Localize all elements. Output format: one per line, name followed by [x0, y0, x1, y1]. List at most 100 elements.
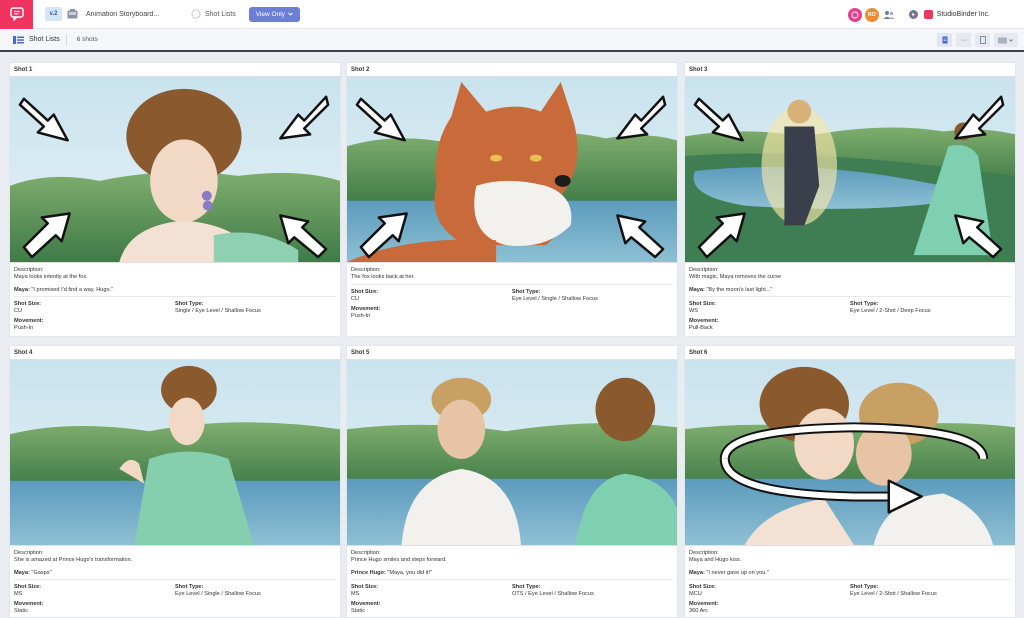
shot-title: Shot 2 [351, 66, 370, 73]
chevron-down-icon [288, 12, 293, 16]
shot-type-label: Shot Type: [512, 289, 541, 295]
dialogue: Maya: "I promised I'd find a way, Hugo." [14, 287, 336, 297]
studiobinder-logo[interactable] [0, 0, 33, 29]
description-label: Description: [351, 550, 381, 556]
list-icon [13, 35, 24, 44]
shot-card-5[interactable]: Shot 5 Description: Prince Hugo smiles a… [346, 345, 678, 618]
shot-type: OTS / Eye Level / Shallow Focus [512, 591, 594, 597]
movement-label: Movement: [14, 601, 44, 607]
shot-lists-nav[interactable]: Shot Lists [191, 9, 236, 19]
storyboard-image [10, 360, 340, 545]
collaborators-icon[interactable] [882, 8, 896, 22]
shot-size-label: Shot Size: [351, 584, 379, 590]
shot-size: MCU [689, 591, 702, 597]
speaker: Maya: [14, 287, 30, 293]
shot-size-label: Shot Size: [689, 301, 717, 307]
shot-type: Eye Level / Single / Shallow Focus [512, 296, 598, 302]
shot-type: Eye Level / 2-Shot / Shallow Focus [850, 591, 937, 597]
shot-card-3[interactable]: Shot 3 Description: With magic, Maya rem… [684, 62, 1016, 337]
shot-type-label: Shot Type: [175, 584, 204, 590]
version-badge[interactable]: v.2 [45, 7, 62, 21]
movement: Pull-Back [689, 325, 713, 331]
chat-logo-icon [9, 7, 24, 21]
grid-layout-icon [998, 37, 1013, 43]
dialogue-line: "I promised I'd find a way, Hugo." [29, 287, 114, 293]
shot-card-6[interactable]: Shot 6 Description: Maya and Hugo kiss. … [684, 345, 1016, 618]
shot-description: Prince Hugo smiles and steps forward. [351, 557, 447, 563]
company-name[interactable]: StudioBinder Inc. [937, 11, 990, 18]
speaker: Prince Hugo: [351, 570, 386, 576]
view-only-label: View Only [255, 10, 285, 18]
movement-label: Movement: [351, 306, 381, 312]
storyboard-frame[interactable] [10, 359, 340, 546]
movement-label: Movement: [689, 318, 719, 324]
shot-size: WS [689, 308, 699, 314]
movement: Push-In [351, 313, 371, 319]
shot-card-2[interactable]: Shot 2 Description: The fox looks back a… [346, 62, 678, 337]
export-button[interactable] [975, 33, 990, 47]
storyboard-image [685, 77, 1015, 262]
shot-description: The fox looks back at her. [351, 274, 415, 280]
page-title: Shot Lists [29, 36, 60, 43]
movement: Static [14, 608, 28, 614]
description-label: Description: [14, 550, 44, 556]
storyboard-frame[interactable] [347, 76, 677, 263]
view-mode-button[interactable] [937, 33, 952, 47]
shot-type-label: Shot Type: [850, 301, 879, 307]
layout-dropdown[interactable] [994, 33, 1018, 47]
shot-title: Shot 1 [14, 66, 33, 73]
shot-size-label: Shot Size: [689, 584, 717, 590]
shot-size: CU [14, 308, 23, 314]
shot-description: With magic, Maya removes the curse [689, 274, 782, 280]
shot-type-label: Shot Type: [175, 301, 204, 307]
view-only-dropdown[interactable]: View Only [248, 6, 300, 22]
avatar[interactable] [847, 7, 862, 22]
user-icon [851, 11, 859, 18]
dialogue-line: "Maya, you did it!" [385, 570, 433, 576]
shot-card-4[interactable]: Shot 4 Description: She is amazed at Pri… [9, 345, 341, 618]
document-icon [942, 36, 947, 44]
description-label: Description: [14, 267, 44, 273]
play-icon[interactable] [908, 10, 918, 19]
movement-label: Movement: [351, 601, 381, 607]
shot-description: Maya and Hugo kiss. [689, 557, 742, 563]
shot-lists-toolbar: Shot Lists 6 shots ··· [0, 29, 1024, 52]
movement-label: Movement: [689, 601, 719, 607]
movement-label: Movement: [14, 318, 44, 324]
shot-size: MS [351, 591, 360, 597]
shot-type: Single / Eye Level / Shallow Focus [175, 308, 261, 314]
description-label: Description: [689, 550, 719, 556]
shot-card-1[interactable]: Shot 1 Description: Maya looks intently … [9, 62, 341, 337]
shot-title: Shot 3 [689, 66, 708, 73]
dialogue-line: "By the moon's last light..." [704, 287, 773, 293]
shot-type-label: Shot Type: [850, 584, 879, 590]
project-name[interactable]: Animation Storyboard... [86, 11, 176, 18]
dialogue-line: "Gasps" [29, 570, 52, 576]
more-options-button[interactable]: ··· [956, 33, 971, 47]
project-icon [66, 8, 78, 20]
shot-description: Maya looks intently at the fox. [14, 274, 88, 280]
storyboard-image [685, 360, 1015, 545]
file-icon [979, 36, 986, 44]
dialogue: Maya: "By the moon's last light..." [689, 287, 1011, 297]
storyboard-image [10, 77, 340, 262]
movement: Push-In [14, 325, 34, 331]
shot-lists-nav-label: Shot Lists [205, 10, 236, 18]
shot-description: She is amazed at Prince Hugo's transform… [14, 557, 133, 563]
storyboard-frame[interactable] [685, 76, 1015, 263]
dialogue: Maya: "Gasps" [14, 570, 336, 580]
top-bar: v.2 Animation Storyboard... Shot Lists V… [0, 0, 1024, 29]
shot-type-label: Shot Type: [512, 584, 541, 590]
storyboard-frame[interactable] [685, 359, 1015, 546]
storyboard-frame[interactable] [10, 76, 340, 263]
shot-title: Shot 4 [14, 349, 33, 356]
shot-lists-nav-icon [191, 9, 201, 19]
avatar-initials[interactable]: RO [864, 7, 879, 22]
dialogue: Maya: "I never gave up on you." [689, 570, 1011, 580]
storyboard-frame[interactable] [347, 359, 677, 546]
company-logo-icon [923, 10, 933, 19]
speaker: Maya: [14, 570, 30, 576]
description-label: Description: [689, 267, 719, 273]
dialogue: Prince Hugo: "Maya, you did it!" [351, 570, 673, 580]
shot-count: 6 shots [76, 36, 98, 43]
